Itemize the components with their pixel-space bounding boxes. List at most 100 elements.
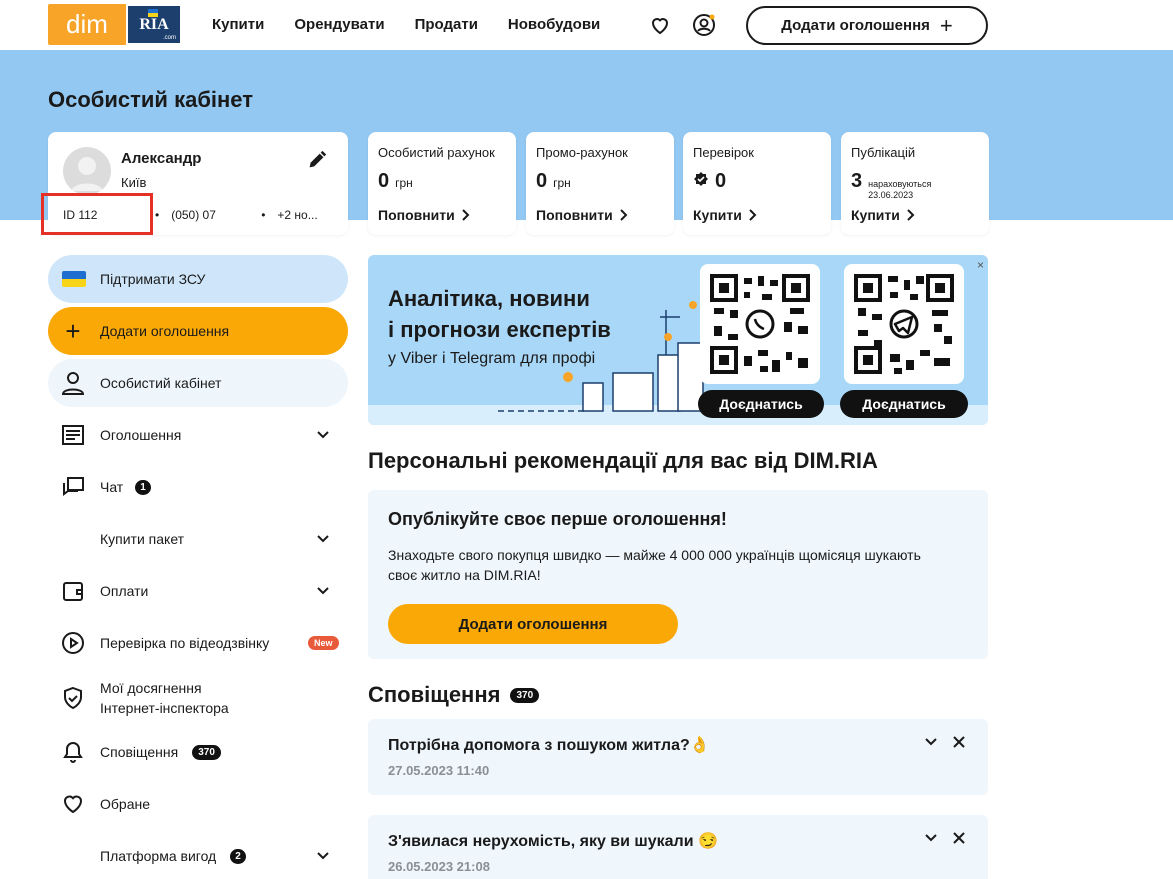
banner-subtitle: у Viber і Telegram для профі xyxy=(388,350,596,367)
chat-icon xyxy=(63,477,84,496)
stat-label: Промо-рахунок xyxy=(536,145,628,160)
stat-label: Особистий рахунок xyxy=(378,145,495,160)
stat-value: 0 грн xyxy=(536,170,571,192)
promo-account-card: Промо-рахунок 0 грн Поповнити xyxy=(526,132,674,235)
join-telegram-button[interactable]: Доєднатись xyxy=(840,390,968,418)
sidebar-item-achievements[interactable]: Мої досягнення Інтернет-інспектора xyxy=(48,676,348,720)
id-highlight-box xyxy=(41,193,153,235)
person-icon xyxy=(61,372,85,395)
new-badge: New xyxy=(308,636,339,650)
experts-banner[interactable]: Аналітика, новини і прогнози експертів у … xyxy=(368,255,988,425)
chevron-down-icon[interactable] xyxy=(316,532,330,546)
nav-buy[interactable]: Купити xyxy=(212,16,264,33)
profile-phone: (050) 07 xyxy=(171,208,216,222)
user-account-icon[interactable] xyxy=(692,13,716,37)
logo-ria: RIA .com xyxy=(126,4,182,45)
heart-icon xyxy=(63,795,83,814)
banner-headline: Аналітика, новини і прогнози експертів xyxy=(388,286,611,342)
accrual-note: нараховуються 23.06.2023 xyxy=(868,179,932,200)
notification-date: 26.05.2023 21:08 xyxy=(388,859,490,874)
empty-icon-slot xyxy=(60,843,86,869)
sidebar-item-chat[interactable]: Чат 1 xyxy=(48,467,348,507)
sidebar-item-notifications[interactable]: Сповіщення 370 xyxy=(48,732,348,772)
profile-city: Київ xyxy=(121,175,147,190)
bell-icon xyxy=(63,741,83,763)
support-zsu-button[interactable]: Підтримати ЗСУ xyxy=(48,255,348,303)
stat-value: 3 нараховуються 23.06.2023 xyxy=(851,170,932,200)
chevron-down-icon[interactable] xyxy=(316,849,330,863)
sidebar-item-video-check[interactable]: Перевірка по відеодзвінку New xyxy=(48,623,348,663)
bullet: • xyxy=(261,208,266,222)
ukraine-flag-icon xyxy=(148,9,158,17)
stat-label: Публікацій xyxy=(851,145,916,160)
chevron-down-icon[interactable] xyxy=(316,584,330,598)
verified-check-icon xyxy=(694,172,708,186)
chevron-right-icon xyxy=(749,209,757,221)
recommendation-card: Опублікуйте своє перше оголошення! Знахо… xyxy=(368,490,988,659)
chevron-down-icon[interactable] xyxy=(316,428,330,442)
sidebar-add-listing-button[interactable]: + Додати оголошення xyxy=(48,307,348,355)
notification-title: З'явилася нерухомість, яку ви шукали 😏 xyxy=(388,833,718,850)
buy-checks-link[interactable]: Купити xyxy=(693,207,758,223)
wallet-icon xyxy=(63,582,83,601)
notification-title: Потрібна допомога з пошуком житла?👌 xyxy=(388,737,710,754)
notifications-badge: 370 xyxy=(192,744,221,760)
close-icon[interactable] xyxy=(952,735,966,749)
page-title: Особистий кабінет xyxy=(48,87,254,112)
add-listing-header-button[interactable]: Додати оголошення + xyxy=(746,6,988,45)
avatar[interactable] xyxy=(63,147,111,195)
sidebar-item-buy-package[interactable]: Купити пакет xyxy=(48,519,348,559)
topup-promo-link[interactable]: Поповнити xyxy=(536,207,629,223)
stat-value: 0 грн xyxy=(378,170,413,192)
recommendation-add-listing-button[interactable]: Додати оголошення xyxy=(388,604,678,644)
personal-account-card: Особистий рахунок 0 грн Поповнити xyxy=(368,132,516,235)
notifications-count-badge: 370 xyxy=(510,687,540,703)
stat-label: Перевірок xyxy=(693,145,754,160)
chat-badge: 1 xyxy=(135,479,151,495)
chevron-down-icon[interactable] xyxy=(924,735,938,749)
profile-extra-phones[interactable]: +2 но... xyxy=(277,208,317,222)
plus-icon: + xyxy=(939,12,953,38)
nav-rent[interactable]: Орендувати xyxy=(294,16,384,33)
notification-item[interactable]: Потрібна допомога з пошуком житла?👌 27.0… xyxy=(368,719,988,795)
bullet: • xyxy=(155,208,160,222)
shield-check-icon xyxy=(64,686,82,710)
topup-personal-link[interactable]: Поповнити xyxy=(378,207,471,223)
chevron-right-icon xyxy=(907,209,915,221)
sidebar-personal-cabinet[interactable]: Особистий кабінет xyxy=(48,359,348,407)
main-nav: Купити Орендувати Продати Новобудови xyxy=(212,16,630,33)
sidebar-item-payments[interactable]: Оплати xyxy=(48,571,348,611)
sidebar-item-listings[interactable]: Оголошення xyxy=(48,415,348,455)
join-viber-button[interactable]: Доєднатись xyxy=(698,390,824,418)
telegram-qr-code xyxy=(844,264,964,384)
notification-date: 27.05.2023 11:40 xyxy=(388,763,490,778)
recommendations-title: Персональні рекомендації для вас від DIM… xyxy=(368,448,878,473)
chevron-down-icon[interactable] xyxy=(924,831,938,845)
document-list-icon xyxy=(62,425,84,445)
checks-card: Перевірок 0 Купити xyxy=(683,132,831,235)
notification-item[interactable]: З'явилася нерухомість, яку ви шукали 😏 2… xyxy=(368,815,988,879)
chevron-right-icon xyxy=(462,209,470,221)
viber-qr-code xyxy=(700,264,820,384)
play-circle-icon xyxy=(62,632,84,654)
ukraine-flag-icon xyxy=(62,271,86,287)
plus-icon: + xyxy=(65,316,81,346)
close-icon[interactable] xyxy=(952,831,966,845)
buy-publications-link[interactable]: Купити xyxy=(851,207,916,223)
empty-icon-slot xyxy=(60,526,86,552)
dimria-logo[interactable]: dim RIA .com xyxy=(48,4,182,45)
sidebar-item-favorites[interactable]: Обране xyxy=(48,784,348,824)
nav-new-buildings[interactable]: Новобудови xyxy=(508,16,600,33)
logo-dim: dim xyxy=(48,4,126,45)
top-header: dim RIA .com Купити Орендувати Продати Н… xyxy=(0,0,1173,50)
close-icon[interactable]: × xyxy=(977,258,984,272)
recommendation-heading: Опублікуйте своє перше оголошення! xyxy=(388,509,727,529)
notifications-title: Сповіщення 370 xyxy=(368,682,540,708)
stat-value: 0 xyxy=(693,170,726,193)
heart-icon[interactable] xyxy=(648,13,672,37)
nav-sell[interactable]: Продати xyxy=(415,16,478,33)
benefits-badge: 2 xyxy=(230,848,246,864)
sidebar-item-benefits-platform[interactable]: Платформа вигод 2 xyxy=(48,836,348,876)
recommendation-text: Знаходьте свого покупця швидко — майже 4… xyxy=(388,547,921,583)
pencil-edit-icon[interactable] xyxy=(306,149,328,171)
